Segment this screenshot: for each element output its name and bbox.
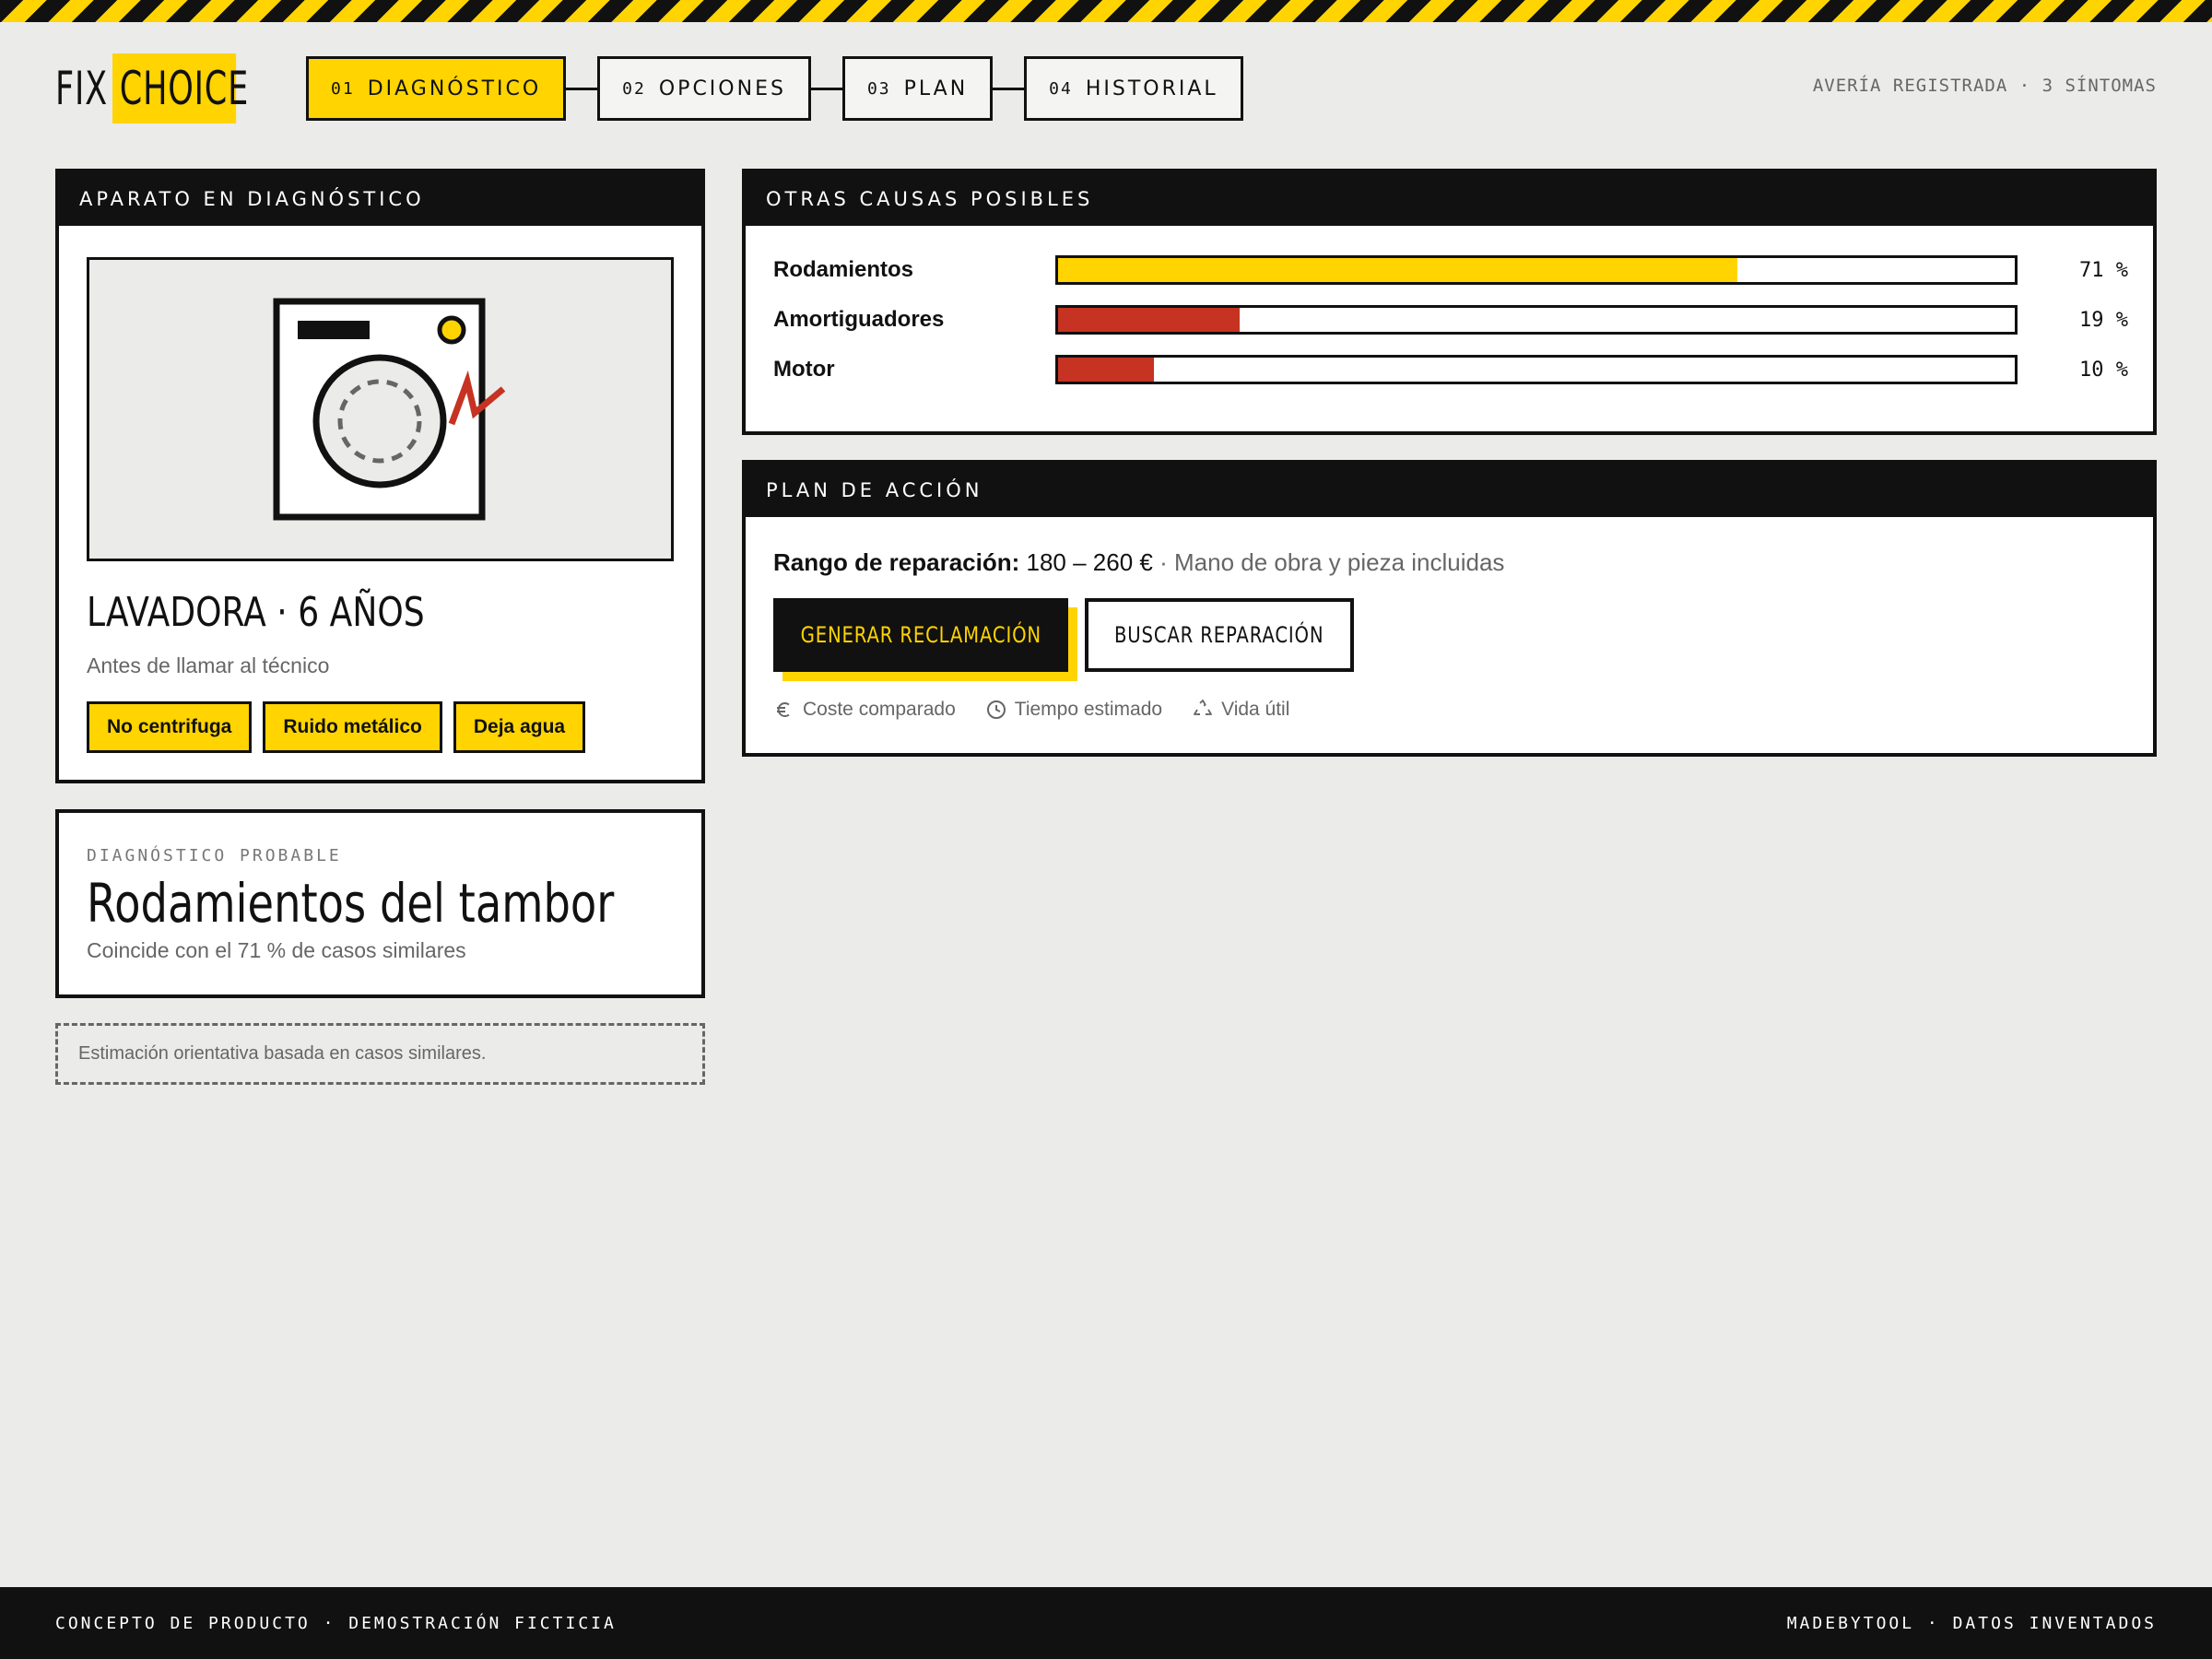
- repair-range-note: Mano de obra y pieza incluidas: [1173, 548, 1505, 576]
- cause-bar-fill: [1058, 258, 1737, 282]
- device-panel: APARATO EN DIAGNÓSTICO LAVADORA · 6 AÑOS…: [55, 169, 705, 783]
- disclaimer-note: Estimación orientativa basada en casos s…: [55, 1023, 705, 1085]
- panel-title: PLAN DE ACCIÓN: [746, 464, 2153, 517]
- step-number: 02: [622, 78, 646, 99]
- cause-bar: [1055, 355, 2018, 384]
- repair-range-label: Rango de reparación:: [773, 548, 1020, 576]
- step-label: OPCIONES: [658, 76, 786, 100]
- diagnosis-kicker: DIAGNÓSTICO PROBABLE: [87, 846, 342, 865]
- euro-icon: [777, 702, 790, 717]
- clock-icon: [986, 700, 1006, 719]
- feature-label: Tiempo estimado: [1014, 699, 1163, 720]
- step-connector: [810, 87, 842, 90]
- footer-right: MADEBYTOOL · DATOS INVENTADOS: [1786, 1613, 2157, 1633]
- cause-row: Rodamientos 71 %: [773, 253, 2128, 287]
- hazard-stripe: [0, 0, 2212, 22]
- cause-row: Motor 10 %: [773, 353, 2128, 386]
- footer-left: CONCEPTO DE PRODUCTO · DEMOSTRACIÓN FICT…: [55, 1613, 617, 1633]
- cause-bar-fill: [1058, 358, 1154, 382]
- tab-diagnostico[interactable]: 01 DIAGNÓSTICO: [306, 56, 567, 121]
- generate-claim-button[interactable]: GENERAR RECLAMACIÓN: [773, 598, 1068, 672]
- generate-claim-wrap: GENERAR RECLAMACIÓN: [773, 598, 1077, 681]
- cause-row: Amortiguadores 19 %: [773, 303, 2128, 336]
- cause-percent: 71 %: [2079, 258, 2128, 282]
- cause-bar: [1055, 305, 2018, 335]
- logo-fix: FIX: [55, 62, 108, 115]
- step-number: 03: [866, 78, 891, 99]
- cause-name: Motor: [773, 357, 835, 382]
- causes-panel: OTRAS CAUSAS POSIBLES Rodamientos 71 % A…: [742, 169, 2157, 435]
- tab-opciones[interactable]: 02 OPCIONES: [597, 56, 811, 121]
- cause-bar: [1055, 255, 2018, 285]
- step-connector: [993, 87, 1025, 90]
- separator: ·: [1152, 548, 1174, 576]
- repair-range: Rango de reparación: 180 – 260 € · Mano …: [773, 548, 1504, 577]
- tab-historial[interactable]: 04 HISTORIAL: [1024, 56, 1243, 121]
- step-label: PLAN: [903, 76, 969, 100]
- step-number: 01: [331, 78, 355, 99]
- feature-label: Coste comparado: [803, 699, 956, 720]
- symptom-tag[interactable]: Deja agua: [453, 701, 586, 753]
- recycle-icon: [1194, 700, 1212, 715]
- repair-range-value: 180 – 260 €: [1026, 548, 1153, 576]
- symptom-tags: No centrifuga Ruido metálico Deja agua: [87, 701, 586, 753]
- device-title: LAVADORA · 6 AÑOS: [87, 589, 425, 636]
- feature-list: Coste comparado Tiempo estimado Vida úti…: [773, 699, 1289, 721]
- tab-plan[interactable]: 03 PLAN: [841, 56, 994, 121]
- cause-percent: 19 %: [2079, 308, 2128, 332]
- device-subtitle: Antes de llamar al técnico: [87, 653, 330, 677]
- plan-panel: PLAN DE ACCIÓN Rango de reparación: 180 …: [742, 460, 2157, 757]
- logo[interactable]: FIX CHOICE: [55, 53, 271, 124]
- diagnosis-subtitle: Coincide con el 71 % de casos similares: [87, 938, 466, 962]
- diagnosis-title: Rodamientos del tambor: [87, 872, 615, 935]
- cause-name: Amortiguadores: [773, 307, 945, 332]
- feature-item: Tiempo estimado: [985, 699, 1162, 721]
- panel-title: OTRAS CAUSAS POSIBLES: [746, 172, 2153, 226]
- symptom-tag[interactable]: Ruido metálico: [263, 701, 442, 753]
- cause-name: Rodamientos: [773, 257, 914, 282]
- symptom-tag[interactable]: No centrifuga: [87, 701, 253, 753]
- step-number: 04: [1049, 78, 1073, 99]
- header-status: AVERÍA REGISTRADA · 3 SÍNTOMAS: [1812, 76, 2157, 96]
- step-label: HISTORIAL: [1085, 76, 1218, 100]
- feature-label: Vida útil: [1221, 699, 1290, 720]
- cause-percent: 10 %: [2079, 358, 2128, 382]
- feature-item: Coste comparado: [773, 699, 956, 721]
- button-label: BUSCAR REPARACIÓN: [1114, 622, 1324, 648]
- step-nav: 01 DIAGNÓSTICO 02 OPCIONES 03 PLAN 04 HI…: [306, 56, 1243, 121]
- find-repair-button[interactable]: BUSCAR REPARACIÓN: [1085, 598, 1354, 672]
- feature-item: Vida útil: [1192, 699, 1289, 721]
- washing-machine-icon: [273, 298, 506, 521]
- logo-choice: CHOICE: [112, 53, 248, 124]
- footer: CONCEPTO DE PRODUCTO · DEMOSTRACIÓN FICT…: [0, 1587, 2212, 1659]
- cause-bar-fill: [1058, 308, 1241, 332]
- diagnosis-panel: DIAGNÓSTICO PROBABLE Rodamientos del tam…: [55, 809, 705, 998]
- step-connector: [566, 87, 598, 90]
- washing-machine-illustration: [87, 257, 674, 561]
- button-label: GENERAR RECLAMACIÓN: [800, 622, 1041, 648]
- step-label: DIAGNÓSTICO: [367, 76, 542, 100]
- panel-title: APARATO EN DIAGNÓSTICO: [59, 172, 701, 226]
